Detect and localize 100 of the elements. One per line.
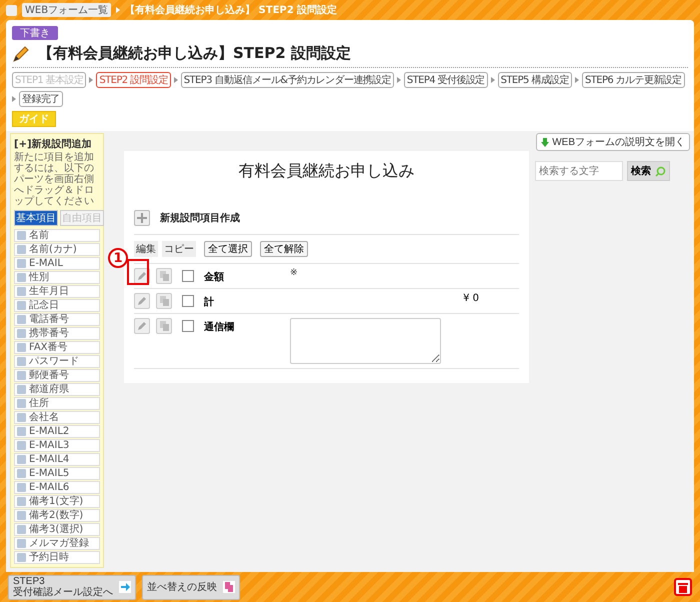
breadcrumb-current: 【有料会員継続お申し込み】 STEP2 設問設定	[125, 3, 338, 17]
row-checkbox[interactable]	[182, 320, 194, 332]
step-link[interactable]: STEP4 受付後設定	[404, 72, 488, 88]
copy-button[interactable]	[156, 293, 172, 309]
row-checkbox[interactable]	[182, 270, 194, 282]
apply-order-button[interactable]: 並べ替えの反映	[142, 574, 240, 600]
plus-icon	[137, 213, 147, 223]
amount-value: ¥ 0	[463, 293, 479, 304]
right-arrow-icon	[119, 581, 131, 593]
question-label: 計	[204, 296, 215, 309]
field-part-item[interactable]: 名前	[14, 229, 100, 242]
field-part-label: E-MAIL6	[29, 482, 70, 492]
step-link[interactable]: STEP6 カルテ更新設定	[582, 72, 685, 88]
field-part-label: E-MAIL2	[29, 426, 70, 436]
documents-icon	[223, 581, 235, 593]
field-part-item[interactable]: E-MAIL	[14, 257, 100, 270]
step-link[interactable]: 登録完了	[19, 91, 63, 107]
field-part-item[interactable]: 予約日時	[14, 551, 100, 564]
field-part-label: 会社名	[29, 412, 59, 422]
copy-icon	[160, 271, 168, 281]
edit-button[interactable]	[134, 293, 150, 309]
field-part-item[interactable]: 名前(カナ)	[14, 243, 100, 256]
pencil-icon	[12, 44, 30, 62]
search-icon	[655, 166, 666, 176]
field-part-item[interactable]: 記念日	[14, 299, 100, 312]
search-button[interactable]: 検索	[627, 161, 670, 181]
breadcrumb-link[interactable]: WEBフォーム一覧	[22, 3, 112, 17]
field-part-label: 都道府県	[29, 384, 69, 394]
edit-button[interactable]	[134, 318, 150, 334]
next-step-number: STEP3	[13, 576, 45, 587]
message-field[interactable]	[290, 318, 441, 364]
field-part-item[interactable]: 生年月日	[14, 285, 100, 298]
field-part-item[interactable]: 電話番号	[14, 313, 100, 326]
field-part-label: 性別	[29, 272, 49, 282]
field-part-item[interactable]: E-MAIL4	[14, 453, 100, 466]
column-header: 編集	[134, 241, 158, 257]
field-part-label: 携帯番号	[29, 328, 69, 338]
chevron-icon	[12, 96, 16, 102]
column-header: コピー	[162, 241, 196, 257]
field-part-label: 名前	[29, 230, 49, 240]
field-part-label: 備考3(選択)	[29, 524, 84, 534]
add-button[interactable]	[134, 210, 150, 226]
field-part-item[interactable]: E-MAIL2	[14, 425, 100, 438]
annotation-number: 1	[108, 248, 128, 268]
field-part-label: 名前(カナ)	[29, 244, 77, 254]
field-part-label: メルマガ登録	[29, 538, 89, 548]
new-item-label: 新規設問項目作成	[160, 211, 240, 225]
field-part-item[interactable]: E-MAIL3	[14, 439, 100, 452]
field-part-item[interactable]: メルマガ登録	[14, 537, 100, 550]
field-part-item[interactable]: パスワード	[14, 355, 100, 368]
field-part-label: E-MAIL4	[29, 454, 70, 464]
chevron-icon	[116, 7, 120, 13]
deselect-all-button[interactable]: 全て解除	[260, 241, 308, 257]
field-part-label: E-MAIL5	[29, 468, 70, 478]
next-step-button[interactable]: STEP3 受付確認メール設定へ	[8, 574, 136, 600]
copy-button[interactable]	[156, 268, 172, 284]
description-button[interactable]: WEBフォームの説明文を開く	[536, 133, 690, 151]
step-link[interactable]: STEP2 設問設定	[96, 72, 171, 88]
field-part-item[interactable]: 備考2(数字)	[14, 509, 100, 522]
field-part-label: 備考1(文字)	[29, 496, 84, 506]
field-part-item[interactable]: 携帯番号	[14, 327, 100, 340]
field-part-item[interactable]: FAX番号	[14, 341, 100, 354]
question-label: 金額	[204, 270, 225, 284]
down-arrow-icon	[541, 138, 550, 146]
field-part-label: 電話番号	[29, 314, 69, 324]
field-part-item[interactable]: 性別	[14, 271, 100, 284]
copy-button[interactable]	[156, 318, 172, 334]
field-part-item[interactable]: 住所	[14, 397, 100, 410]
field-part-label: 備考2(数字)	[29, 510, 84, 520]
copy-icon	[160, 321, 168, 331]
copy-icon	[160, 296, 168, 306]
annotation-frame	[127, 259, 149, 285]
pencil-icon	[137, 296, 147, 306]
field-part-label: 予約日時	[29, 552, 69, 562]
sidebar-tab[interactable]: 基本項目	[14, 210, 58, 226]
field-part-item[interactable]: 郵便番号	[14, 369, 100, 382]
field-part-item[interactable]: E-MAIL6	[14, 481, 100, 494]
field-part-label: 住所	[29, 398, 49, 408]
field-part-item[interactable]: 備考1(文字)	[14, 495, 100, 508]
trash-button[interactable]	[674, 578, 692, 596]
chevron-icon	[396, 77, 401, 83]
step-link[interactable]: STEP5 構成設定	[498, 72, 572, 88]
field-part-item[interactable]: 会社名	[14, 411, 100, 424]
chevron-icon	[490, 77, 495, 83]
field-part-label: E-MAIL	[29, 258, 63, 268]
trash-icon	[678, 582, 688, 592]
sidebar-heading[interactable]: [+]新規設問追加	[14, 137, 100, 151]
field-part-label: 郵便番号	[29, 370, 69, 380]
step-link[interactable]: STEP3 自動返信メール&予約カレンダー連携設定	[180, 72, 394, 88]
select-all-button[interactable]: 全て選択	[204, 241, 252, 257]
status-badge: 下書き	[12, 26, 58, 40]
field-part-item[interactable]: 都道府県	[14, 383, 100, 396]
search-field[interactable]: 検索する文字	[535, 161, 623, 181]
field-part-item[interactable]: 備考3(選択)	[14, 523, 100, 536]
form-title: 有料会員継続お申し込み	[238, 161, 416, 182]
row-checkbox[interactable]	[182, 295, 194, 307]
field-part-item[interactable]: E-MAIL5	[14, 467, 100, 480]
field-part-label: 生年月日	[29, 286, 69, 296]
field-part-label: 記念日	[29, 300, 59, 310]
page-title: 【有料会員継続お申し込み】STEP2 設問設定	[38, 44, 351, 63]
